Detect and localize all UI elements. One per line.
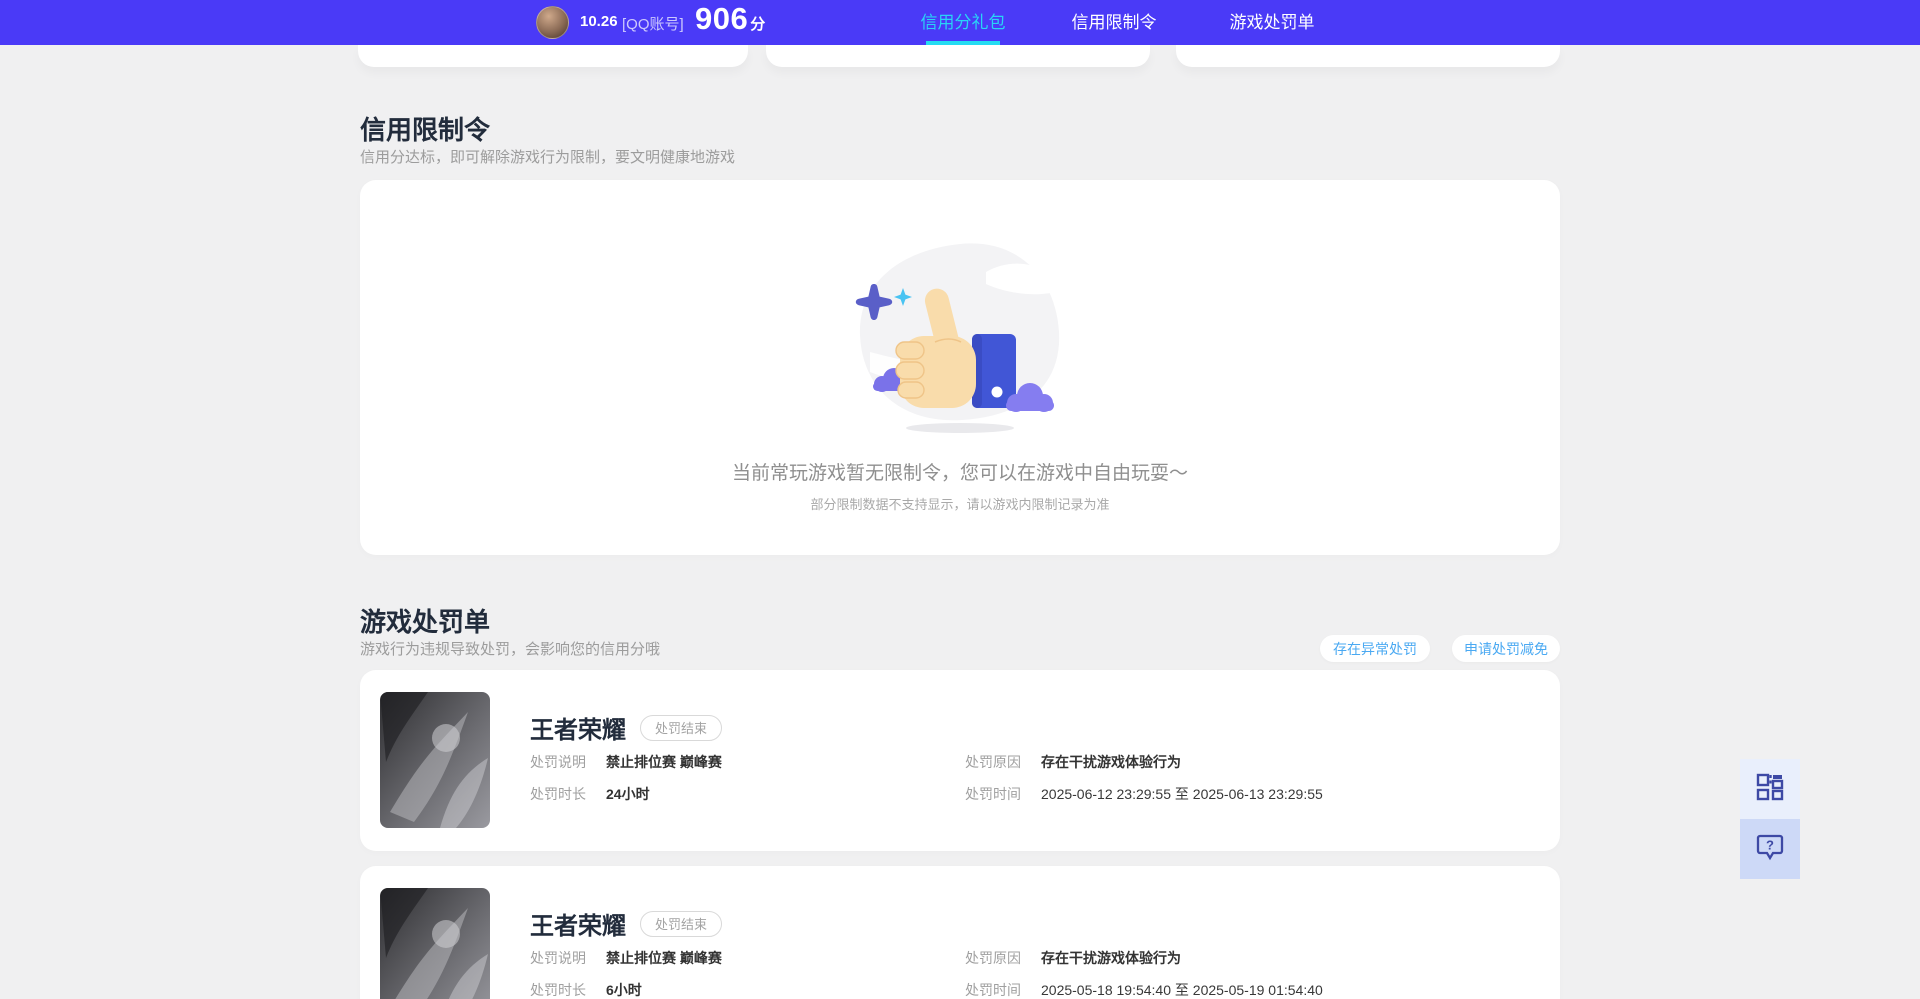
status-badge: 处罚结束 — [640, 910, 723, 937]
punishment-card: 王者荣耀 处罚结束 处罚说明 禁止排位赛 巅峰赛 处罚原因 存在干扰游戏体验行为… — [360, 670, 1560, 851]
tab-label: 游戏处罚单 — [1229, 13, 1315, 32]
punishment-details: 处罚说明 禁止排位赛 巅峰赛 处罚原因 存在干扰游戏体验行为 处罚时长 24小时… — [530, 752, 1544, 804]
punishment-details: 处罚说明 禁止排位赛 巅峰赛 处罚原因 存在干扰游戏体验行为 处罚时长 6小时 … — [530, 948, 1544, 999]
punishment-relief-link[interactable]: 申请处罚减免 — [1452, 635, 1560, 662]
abnormal-punishment-link[interactable]: 存在异常处罚 — [1320, 635, 1430, 662]
punishment-section-subtitle: 游戏行为违规导致处罚，会影响您的信用分哦 — [360, 641, 661, 658]
detail-value: 存在干扰游戏体验行为 — [1041, 754, 1181, 770]
detail-label: 处罚时间 — [965, 786, 1021, 802]
active-tab-underline — [926, 41, 1000, 45]
detail-value: 6小时 — [606, 982, 642, 998]
game-thumbnail — [380, 692, 490, 828]
restriction-section-subtitle: 信用分达标，即可解除游戏行为限制，要文明健康地游戏 — [360, 149, 736, 166]
status-badge: 处罚结束 — [640, 714, 723, 741]
thumbs-up-illustration — [840, 232, 1080, 436]
detail-label: 处罚原因 — [965, 754, 1021, 770]
game-title: 王者荣耀 — [530, 717, 626, 744]
tab-credit-gift[interactable]: 信用分礼包 — [913, 0, 1013, 45]
partial-card — [766, 45, 1150, 67]
qr-code-button[interactable] — [1740, 759, 1800, 819]
restriction-section-title: 信用限制令 — [360, 115, 491, 145]
page: 10.26 [QQ账号] 906 分 信用分礼包 信用限制令 游戏处罚单 信用限制… — [0, 0, 1920, 999]
game-title: 王者荣耀 — [530, 913, 626, 940]
detail-value: 禁止排位赛 巅峰赛 — [606, 754, 722, 770]
detail-time: 处罚时间 2025-05-18 19:54:40 至 2025-05-19 01… — [965, 980, 1544, 999]
detail-label: 处罚说明 — [530, 754, 586, 770]
detail-value: 禁止排位赛 巅峰赛 — [606, 950, 722, 966]
partial-card — [1176, 45, 1560, 67]
detail-label: 处罚时长 — [530, 786, 586, 802]
detail-time: 处罚时间 2025-06-12 23:29:55 至 2025-06-13 23… — [965, 784, 1544, 804]
detail-reason: 处罚原因 存在干扰游戏体验行为 — [965, 752, 1544, 772]
empty-state-note: 部分限制数据不支持显示，请以游戏内限制记录为准 — [810, 497, 1110, 512]
credit-score: 906 分 — [695, 1, 765, 37]
detail-value: 2025-06-12 23:29:55 至 2025-06-13 23:29:5… — [1041, 786, 1323, 802]
svg-text:?: ? — [1766, 837, 1774, 852]
tab-label: 信用限制令 — [1071, 13, 1157, 32]
tab-label: 信用分礼包 — [920, 13, 1006, 32]
account-type-label: [QQ账号] — [622, 16, 684, 33]
user-avatar — [536, 6, 569, 39]
help-button[interactable]: ? — [1740, 819, 1800, 879]
empty-state-text: 当前常玩游戏暂无限制令，您可以在游戏中自由玩耍～ — [731, 463, 1188, 484]
partial-card — [358, 45, 748, 67]
detail-reason: 处罚原因 存在干扰游戏体验行为 — [965, 948, 1544, 968]
game-thumbnail — [380, 888, 490, 999]
detail-description: 处罚说明 禁止排位赛 巅峰赛 — [530, 948, 965, 968]
detail-label: 处罚时间 — [965, 982, 1021, 998]
qr-code-icon — [1755, 772, 1785, 807]
tab-credit-restriction[interactable]: 信用限制令 — [1064, 0, 1164, 45]
detail-value: 24小时 — [606, 786, 650, 802]
credit-score-value: 906 — [695, 1, 749, 36]
detail-label: 处罚说明 — [530, 950, 586, 966]
detail-duration: 处罚时长 24小时 — [530, 784, 965, 804]
detail-label: 处罚原因 — [965, 950, 1021, 966]
restriction-empty-card: 当前常玩游戏暂无限制令，您可以在游戏中自由玩耍～ 部分限制数据不支持显示，请以游… — [360, 180, 1560, 555]
detail-value: 2025-05-18 19:54:40 至 2025-05-19 01:54:4… — [1041, 982, 1323, 998]
detail-value: 存在干扰游戏体验行为 — [1041, 950, 1181, 966]
detail-description: 处罚说明 禁止排位赛 巅峰赛 — [530, 752, 965, 772]
detail-duration: 处罚时长 6小时 — [530, 980, 965, 999]
punishment-section-title: 游戏处罚单 — [360, 607, 491, 637]
detail-label: 处罚时长 — [530, 982, 586, 998]
help-icon: ? — [1753, 830, 1787, 869]
punishment-card: 王者荣耀 处罚结束 处罚说明 禁止排位赛 巅峰赛 处罚原因 存在干扰游戏体验行为… — [360, 866, 1560, 999]
credit-score-unit: 分 — [750, 16, 766, 33]
user-nickname: 10.26 — [580, 13, 618, 30]
punishment-card-header: 王者荣耀 处罚结束 — [530, 710, 723, 745]
top-header: 10.26 [QQ账号] 906 分 信用分礼包 信用限制令 游戏处罚单 — [0, 0, 1920, 45]
punishment-card-header: 王者荣耀 处罚结束 — [530, 906, 723, 941]
tab-game-punishment[interactable]: 游戏处罚单 — [1222, 0, 1322, 45]
